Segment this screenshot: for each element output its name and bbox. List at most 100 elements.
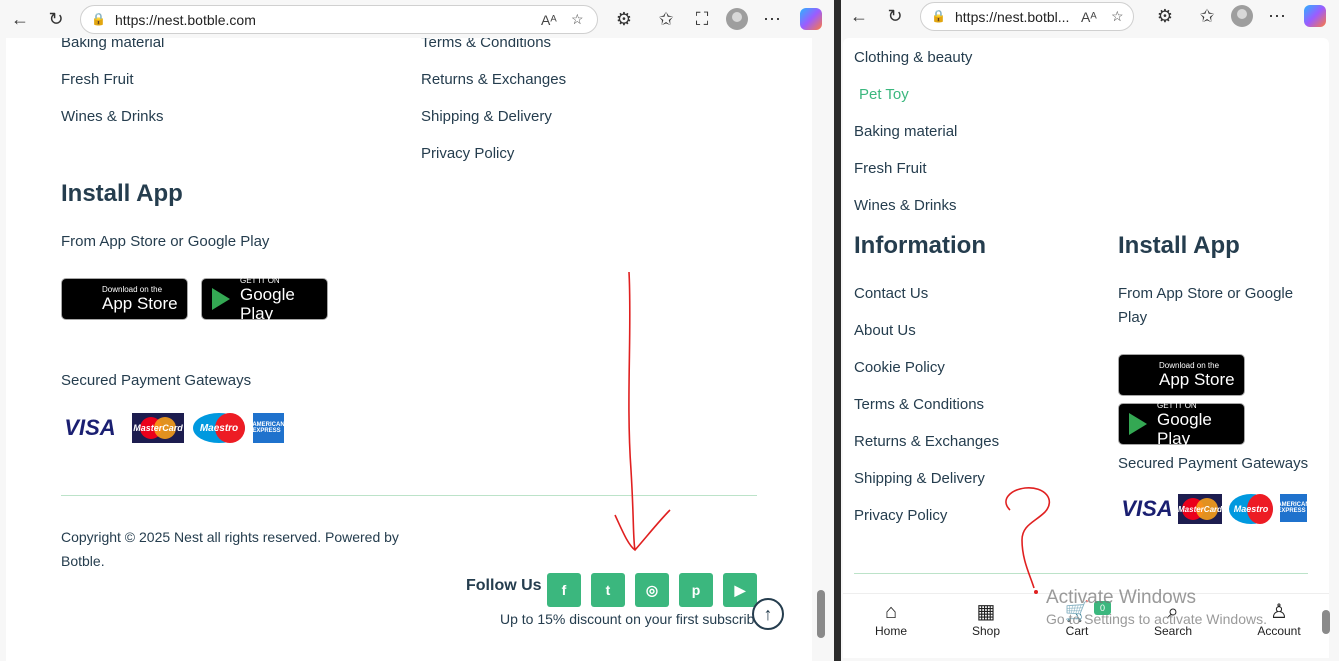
footer-info-link[interactable]: Shipping & Delivery <box>421 108 552 125</box>
twitter-icon[interactable]: t <box>591 573 625 607</box>
back-to-top-button[interactable]: ↑ <box>752 598 784 630</box>
address-bar[interactable]: 🔒 https://nest.botble.com Aᴬ ☆ <box>80 5 598 34</box>
footer-info-link[interactable]: Privacy Policy <box>854 507 947 524</box>
footer-category-link[interactable]: Baking material <box>854 123 957 140</box>
facebook-icon[interactable]: f <box>547 573 581 607</box>
mastercard-label: MasterCard <box>133 423 183 433</box>
more-menu-icon[interactable]: ⋯ <box>1261 0 1293 32</box>
right-page-content: Clothing & beauty Pet Toy Baking materia… <box>843 38 1329 658</box>
follow-us-label: Follow Us <box>466 577 542 594</box>
read-aloud-icon[interactable]: Aᴬ <box>1081 9 1097 25</box>
mastercard-logo: MasterCard <box>132 413 184 443</box>
favorites-icon[interactable]: ✩ <box>1191 0 1223 32</box>
left-page-content: Baking material Fresh Fruit Wines & Drin… <box>6 38 812 661</box>
footer-info-link[interactable]: About Us <box>854 322 916 339</box>
back-icon[interactable]: ← <box>843 0 875 32</box>
google-play-line1: GET IT ON <box>240 275 280 285</box>
nav-shop-label: Shop <box>971 624 1001 638</box>
favorites-icon[interactable]: ✩ <box>650 3 682 35</box>
install-app-text: From App Store or Google Play <box>61 233 270 250</box>
google-play-line1: GET IT ON <box>1157 400 1197 410</box>
extensions-icon[interactable]: ⚙ <box>1149 0 1181 32</box>
right-browser-toolbar: ← ↻ 🔒 https://nest.botbl... Aᴬ ☆ ⚙ ✩ ⋯ <box>841 0 1339 38</box>
install-app-text: From App Store or Google <box>1118 285 1294 302</box>
activate-windows-watermark: Activate Windows <box>1046 587 1196 608</box>
install-app-text: Play <box>1118 309 1148 326</box>
favorite-star-icon[interactable]: ☆ <box>1111 8 1124 25</box>
footer-category-link[interactable]: Fresh Fruit <box>61 71 134 88</box>
footer-category-link[interactable]: Wines & Drinks <box>854 197 957 214</box>
app-store-line1: Download on the <box>102 285 163 294</box>
app-store-badge[interactable]: Download on the App Store <box>1118 354 1245 396</box>
footer-info-link[interactable]: Terms & Conditions <box>421 38 551 51</box>
window-divider <box>834 0 841 661</box>
back-icon[interactable]: ← <box>4 3 36 35</box>
google-play-icon <box>212 288 230 310</box>
maestro-label: Maestro <box>1233 504 1269 514</box>
maestro-logo: Maestro <box>193 413 245 443</box>
footer-info-link[interactable]: Returns & Exchanges <box>421 71 566 88</box>
maestro-logo: Maestro <box>1229 494 1273 524</box>
read-aloud-icon[interactable]: Aᴬ <box>541 12 557 28</box>
arrow-up-icon: ↑ <box>763 603 773 624</box>
google-play-badge[interactable]: GET IT ON Google Play <box>201 275 328 323</box>
pinterest-icon[interactable]: p <box>679 573 713 607</box>
install-app-heading: Install App <box>1118 232 1240 259</box>
copilot-icon[interactable] <box>1304 5 1326 27</box>
more-menu-icon[interactable]: ⋯ <box>756 3 788 35</box>
app-store-badge[interactable]: Download on the App Store <box>61 278 188 320</box>
extensions-icon[interactable]: ⚙ <box>608 3 640 35</box>
profile-avatar[interactable] <box>726 8 748 30</box>
footer-category-link[interactable]: Clothing & beauty <box>854 49 972 66</box>
copyright-text: Copyright © 2025 Nest all rights reserve… <box>61 529 399 569</box>
visa-logo: VISA <box>1121 496 1173 521</box>
payment-gateways-title: Secured Payment Gateways <box>61 372 252 389</box>
footer-category-link-hover[interactable]: Pet Toy <box>859 86 909 103</box>
footer-category-link[interactable]: Wines & Drinks <box>61 108 164 125</box>
address-bar-url: https://nest.botbl... <box>955 8 1070 25</box>
profile-avatar[interactable] <box>1231 5 1253 27</box>
nav-home[interactable]: ⌂ Home <box>861 600 921 638</box>
footer-divider <box>61 495 757 496</box>
refresh-icon[interactable]: ↻ <box>879 0 911 32</box>
google-play-line2: Google Play <box>240 284 295 323</box>
footer-divider <box>854 573 1308 574</box>
right-scrollbar-thumb[interactable] <box>1322 610 1330 634</box>
nav-home-label: Home <box>874 624 907 638</box>
left-scrollbar-thumb[interactable] <box>817 590 825 638</box>
footer-info-link[interactable]: Returns & Exchanges <box>854 433 999 450</box>
grid-icon: ▦ <box>976 601 996 623</box>
activate-windows-subtext: Go to Settings to activate Windows. <box>1046 611 1267 627</box>
lock-icon: 🔒 <box>931 8 946 23</box>
footer-info-link[interactable]: Cookie Policy <box>854 359 945 376</box>
copilot-icon[interactable] <box>800 8 822 30</box>
amex-logo: AMERICAN EXPRESS <box>1277 494 1310 522</box>
google-play-line2: Google Play <box>1157 409 1212 448</box>
footer-info-link[interactable]: Shipping & Delivery <box>854 470 985 487</box>
refresh-icon[interactable]: ↻ <box>40 3 72 35</box>
footer-info-link[interactable]: Contact Us <box>854 285 928 302</box>
information-heading: Information <box>854 232 986 259</box>
youtube-icon[interactable]: ▶ <box>723 573 757 607</box>
app-store-line2: App Store <box>102 294 178 313</box>
footer-category-link[interactable]: Baking material <box>61 38 164 51</box>
left-browser-toolbar: ← ↻ 🔒 https://nest.botble.com Aᴬ ☆ ⚙ ✩ ⛶… <box>0 0 834 38</box>
footer-category-link[interactable]: Fresh Fruit <box>854 160 927 177</box>
app-store-line2: App Store <box>1159 370 1235 389</box>
mastercard-logo: MasterCard <box>1178 494 1222 524</box>
screenshot-icon[interactable]: ⛶ <box>686 3 718 35</box>
google-play-icon <box>1129 413 1147 435</box>
lock-icon: 🔒 <box>91 11 106 26</box>
discount-text: Up to 15% discount on your first subscri… <box>500 611 763 627</box>
maestro-label: Maestro <box>199 422 239 434</box>
app-store-line1: Download on the <box>1159 361 1220 370</box>
google-play-badge[interactable]: GET IT ON Google Play <box>1118 400 1245 448</box>
address-bar[interactable]: 🔒 https://nest.botbl... Aᴬ ☆ <box>920 2 1134 31</box>
payment-gateways-title: Secured Payment Gateways <box>1118 455 1309 472</box>
footer-info-link[interactable]: Terms & Conditions <box>854 396 984 413</box>
instagram-icon[interactable]: ◎ <box>635 573 669 607</box>
amex-logo: AMERICAN EXPRESS <box>252 413 285 443</box>
nav-shop[interactable]: ▦ Shop <box>956 600 1016 638</box>
favorite-star-icon[interactable]: ☆ <box>571 11 584 28</box>
footer-info-link[interactable]: Privacy Policy <box>421 145 514 162</box>
